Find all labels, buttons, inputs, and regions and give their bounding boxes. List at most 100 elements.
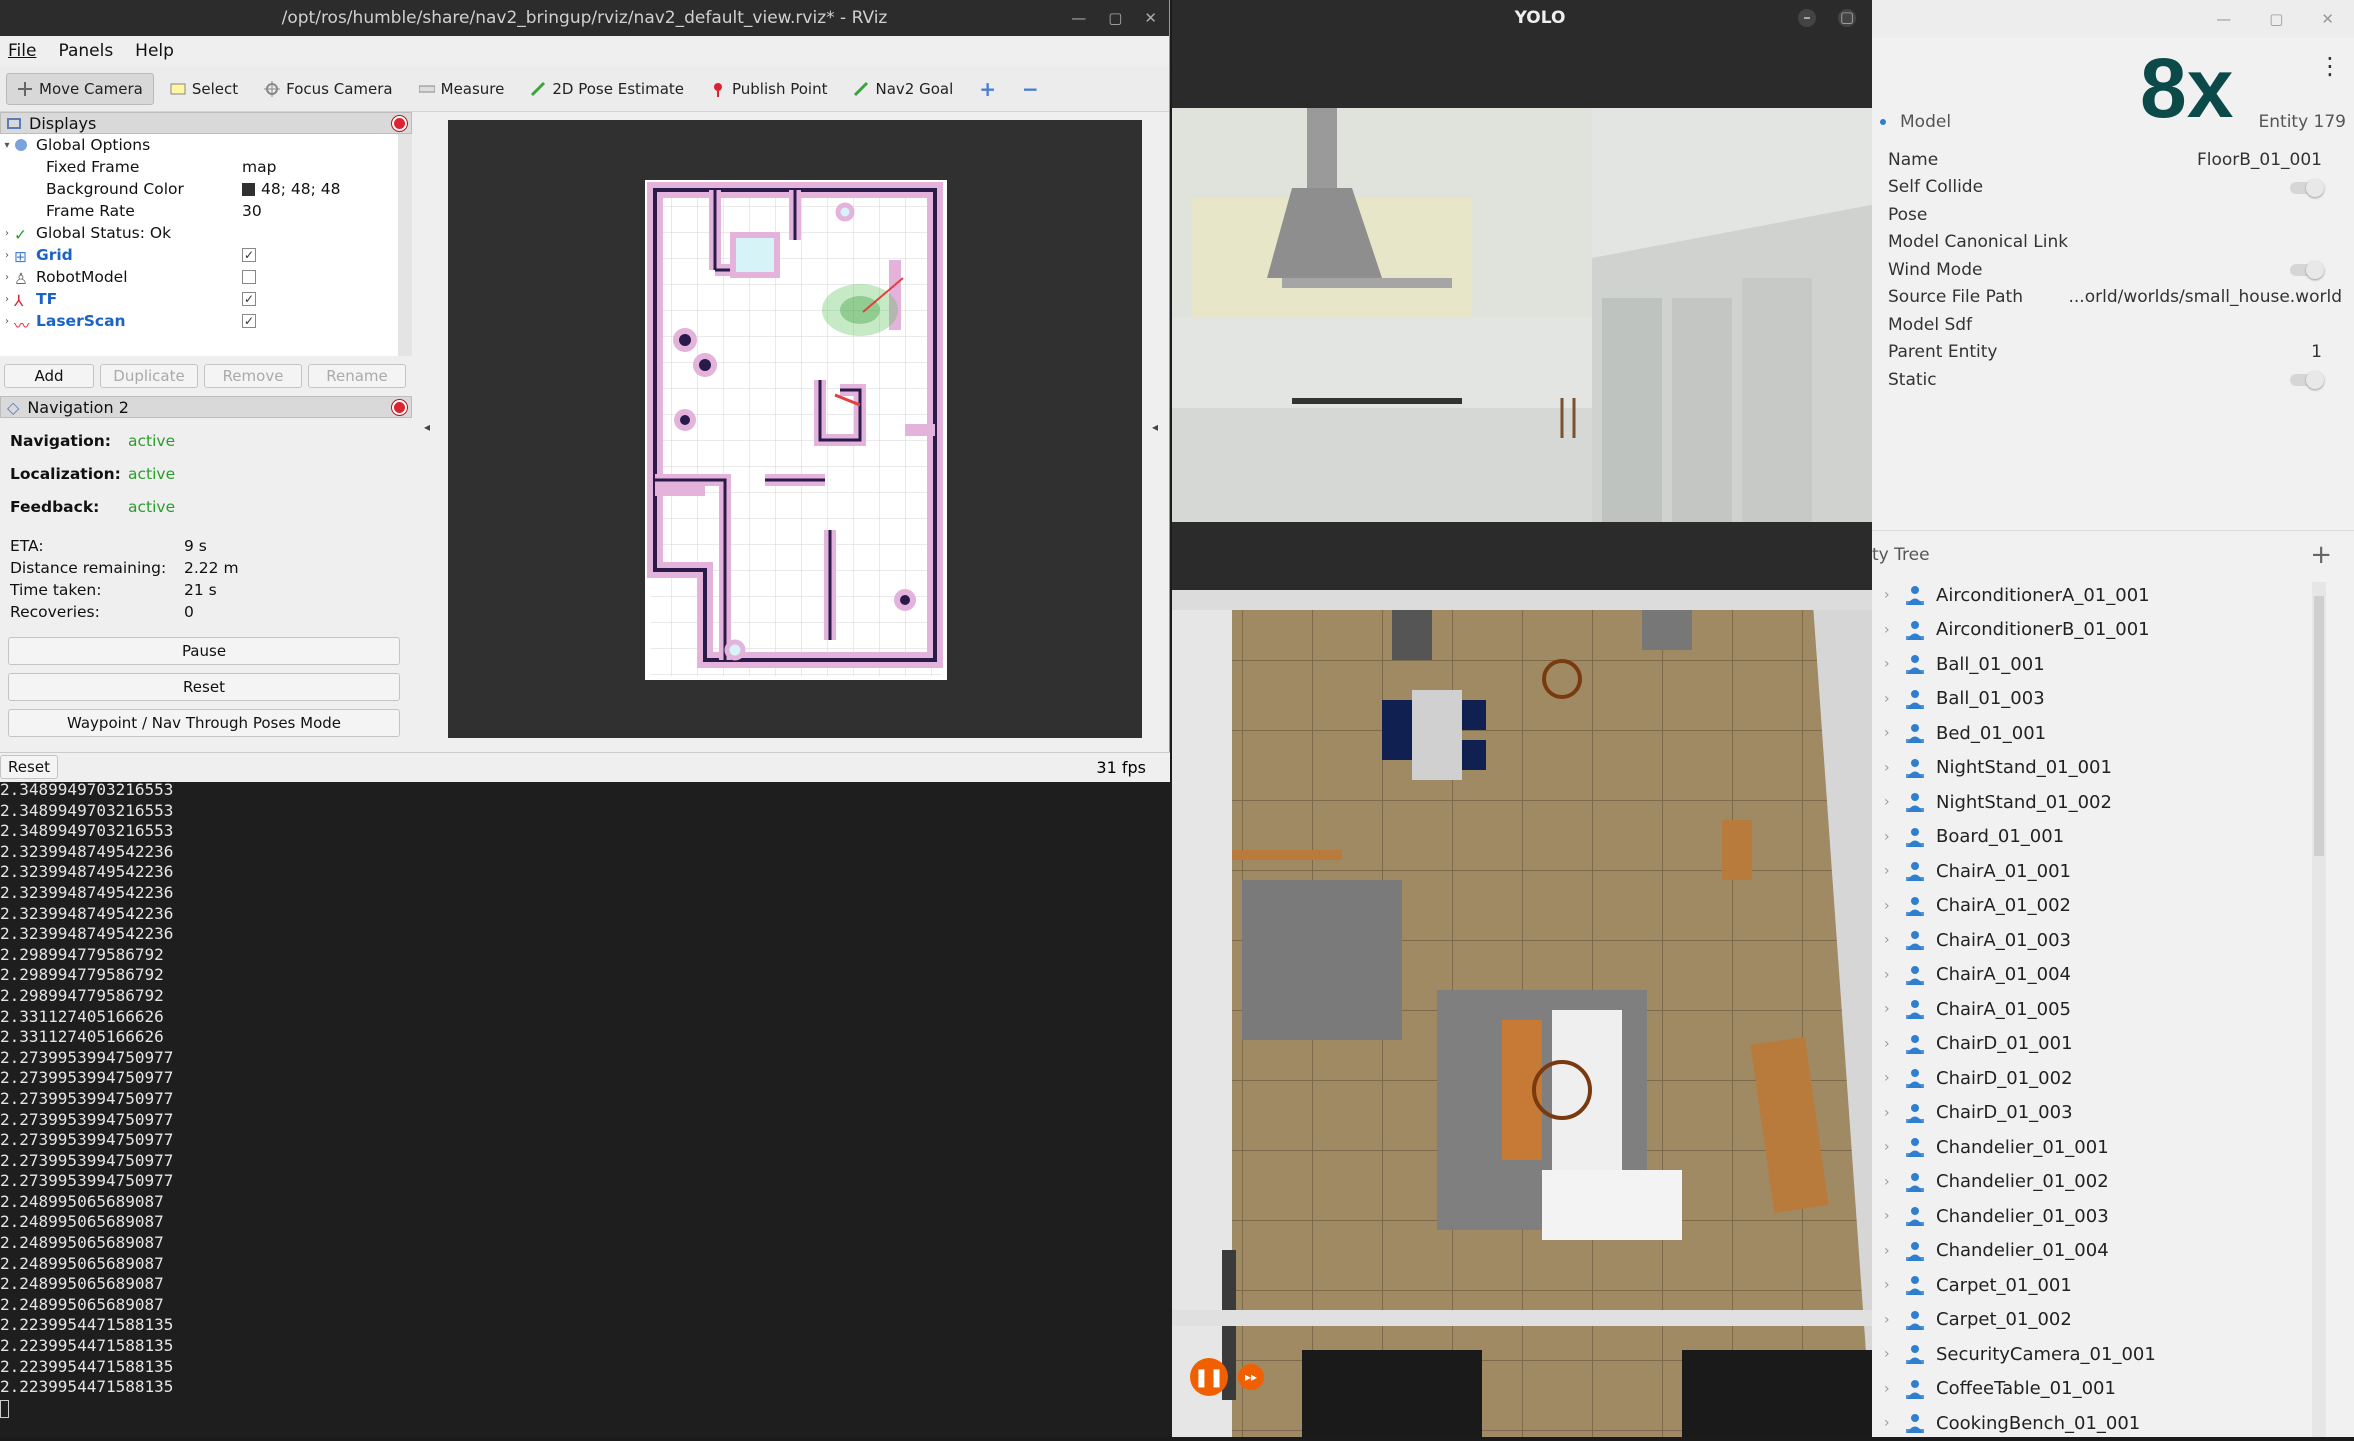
select-tool[interactable]: Select [160, 74, 248, 104]
prop-model-sdf[interactable]: Model Sdf [1860, 311, 2354, 339]
chevron-right-icon[interactable]: › [1884, 1036, 1894, 1052]
tree-global-options[interactable]: ▾ Global Options [0, 134, 398, 156]
focus-camera-tool[interactable]: Focus Camera [254, 74, 402, 104]
laser-scan-checkbox[interactable]: ✓ [242, 314, 256, 328]
chevron-right-icon[interactable]: › [1884, 1381, 1894, 1397]
entity-tree-item[interactable]: › Chandelier_01_001 [1880, 1130, 2310, 1165]
chevron-right-icon[interactable]: › [1884, 967, 1894, 983]
entity-tree-item[interactable]: › Bed_01_001 [1880, 716, 2310, 751]
duplicate-button[interactable]: Duplicate [100, 364, 198, 388]
chevron-right-icon[interactable]: › [1884, 1312, 1894, 1328]
chevron-right-icon[interactable]: › [1884, 1001, 1894, 1017]
chevron-right-icon[interactable]: › [1884, 725, 1894, 741]
reset-nav-button[interactable]: Reset [8, 673, 400, 701]
maximize-icon[interactable]: ▢ [2269, 10, 2283, 28]
add-button[interactable]: Add [4, 364, 94, 388]
entity-tree-item[interactable]: › Carpet_01_001 [1880, 1268, 2310, 1303]
add-tool-button[interactable]: + [969, 71, 1006, 107]
tree-global-status[interactable]: › ✓ Global Status: Ok [0, 222, 398, 244]
chevron-right-icon[interactable]: › [1884, 1105, 1894, 1121]
entity-tree-item[interactable]: › NightStand_01_002 [1880, 785, 2310, 820]
pause-button[interactable]: Pause [8, 637, 400, 665]
splitter-right-icon[interactable]: ◂ [1152, 420, 1158, 434]
menu-panels[interactable]: Panels [58, 41, 113, 61]
chevron-right-icon[interactable]: › [1884, 863, 1894, 879]
entity-tree-item[interactable]: › AirconditionerB_01_001 [1880, 613, 2310, 648]
entity-tree-item[interactable]: › ChairD_01_003 [1880, 1096, 2310, 1131]
gazebo-3d-view[interactable]: ❚❚ ▸▸ [1172, 590, 1872, 1437]
entity-tree-item[interactable]: › NightStand_01_001 [1880, 751, 2310, 786]
entity-tree-item[interactable]: › Carpet_01_002 [1880, 1303, 2310, 1338]
add-entity-icon[interactable]: + [2310, 540, 2332, 570]
chevron-right-icon[interactable]: › [1884, 1346, 1894, 1362]
entity-tree-item[interactable]: › Chandelier_01_002 [1880, 1165, 2310, 1200]
chevron-right-icon[interactable]: › [1884, 794, 1894, 810]
entity-tree-item[interactable]: › Ball_01_001 [1880, 647, 2310, 682]
pause-simulation-button[interactable]: ❚❚ [1190, 1358, 1228, 1396]
entity-tree-item[interactable]: › CookingBench_01_001 [1880, 1406, 2310, 1441]
maximize-icon[interactable]: ▢ [1108, 9, 1122, 27]
chevron-right-icon[interactable]: › [1884, 898, 1894, 914]
status-reset-button[interactable]: Reset [0, 755, 58, 779]
chevron-right-icon[interactable]: › [1884, 587, 1894, 603]
static-toggle[interactable] [2290, 371, 2324, 389]
minimize-icon[interactable]: – [1798, 9, 1816, 27]
chevron-right-icon[interactable]: › [1884, 1415, 1894, 1431]
move-camera-tool[interactable]: Move Camera [6, 72, 154, 105]
chevron-right-icon[interactable]: › [1884, 1277, 1894, 1293]
splitter-left-icon[interactable]: ◂ [424, 420, 430, 434]
grid-checkbox[interactable]: ✓ [242, 248, 256, 262]
menu-help[interactable]: Help [135, 41, 174, 61]
entity-tree-item[interactable]: › ChairD_01_002 [1880, 1061, 2310, 1096]
remove-button[interactable]: Remove [204, 364, 302, 388]
entity-tree-item[interactable]: › AirconditionerA_01_001 [1880, 578, 2310, 613]
minimize-icon[interactable]: — [1071, 9, 1086, 27]
chevron-right-icon[interactable]: › [1884, 829, 1894, 845]
tree-grid[interactable]: › ⊞ Grid ✓ [0, 244, 398, 266]
rename-button[interactable]: Rename [308, 364, 406, 388]
tree-fixed-frame[interactable]: Fixed Frame map [0, 156, 398, 178]
entity-tree-scrollbar[interactable] [2312, 582, 2326, 1437]
close-panel-icon[interactable] [392, 116, 407, 131]
minimize-icon[interactable]: — [2216, 10, 2231, 28]
chevron-right-icon[interactable]: › [1884, 691, 1894, 707]
entity-tree-item[interactable]: › ChairA_01_001 [1880, 854, 2310, 889]
self-collide-toggle[interactable] [2290, 178, 2324, 197]
tree-background-color[interactable]: Background Color 48; 48; 48 [0, 178, 398, 200]
chevron-right-icon[interactable]: › [1884, 1243, 1894, 1259]
chevron-right-icon[interactable]: › [1884, 622, 1894, 638]
entity-tree-item[interactable]: › Ball_01_003 [1880, 682, 2310, 717]
waypoint-mode-button[interactable]: Waypoint / Nav Through Poses Mode [8, 709, 400, 737]
chevron-right-icon[interactable]: › [1884, 1070, 1894, 1086]
entity-tree-item[interactable]: › Board_01_001 [1880, 820, 2310, 855]
kebab-menu-icon[interactable]: ⋮ [2318, 52, 2342, 80]
chevron-right-icon[interactable]: › [1884, 1139, 1894, 1155]
tree-frame-rate[interactable]: Frame Rate 30 [0, 200, 398, 222]
entity-tree-item[interactable]: › ChairA_01_004 [1880, 958, 2310, 993]
step-simulation-button[interactable]: ▸▸ [1238, 1364, 1264, 1390]
entity-tree-item[interactable]: › CoffeeTable_01_001 [1880, 1372, 2310, 1407]
tree-robot-model[interactable]: › ♙ RobotModel [0, 266, 398, 288]
publish-point-tool[interactable]: Publish Point [700, 74, 837, 104]
menu-file[interactable]: File [8, 41, 36, 61]
chevron-right-icon[interactable]: › [1884, 1174, 1894, 1190]
tree-laser-scan[interactable]: › 〰 LaserScan ✓ [0, 310, 398, 335]
maximize-icon[interactable]: ▢ [1838, 9, 1856, 27]
close-nav-panel-icon[interactable] [392, 400, 407, 415]
entity-tree-item[interactable]: › ChairD_01_001 [1880, 1027, 2310, 1062]
prop-pose[interactable]: Pose [1860, 201, 2354, 229]
entity-tree-item[interactable]: › ChairA_01_003 [1880, 923, 2310, 958]
entity-tree-item[interactable]: › ChairA_01_005 [1880, 992, 2310, 1027]
entity-tree-item[interactable]: › Chandelier_01_004 [1880, 1234, 2310, 1269]
chevron-right-icon[interactable]: › [1884, 760, 1894, 776]
chevron-right-icon[interactable]: › [1884, 932, 1894, 948]
close-icon[interactable]: ✕ [2321, 10, 2334, 28]
chevron-right-icon[interactable]: › [1884, 1208, 1894, 1224]
tree-tf[interactable]: › ⅄ TF ✓ [0, 288, 398, 310]
close-icon[interactable]: ✕ [1144, 9, 1157, 27]
measure-tool[interactable]: Measure [409, 74, 515, 104]
tf-checkbox[interactable]: ✓ [242, 292, 256, 306]
wind-mode-toggle[interactable] [2290, 261, 2324, 279]
chevron-right-icon[interactable]: › [1884, 656, 1894, 672]
entity-tree-item[interactable]: › ChairA_01_002 [1880, 889, 2310, 924]
